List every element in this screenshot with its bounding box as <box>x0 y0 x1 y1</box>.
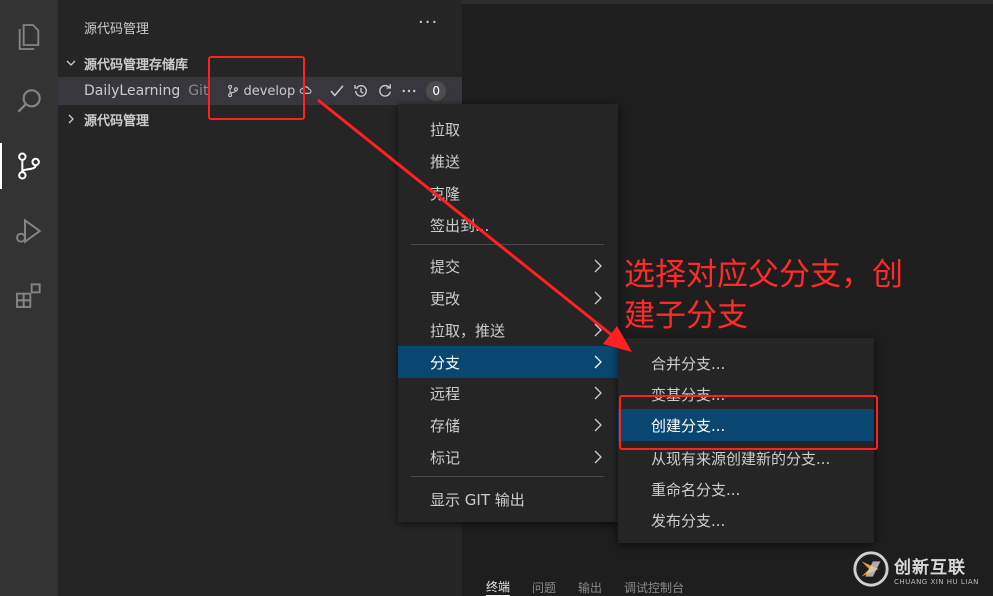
watermark-cn: 创新互联 <box>894 557 966 578</box>
annotation-line-1: 选择对应父分支，创 <box>624 257 903 293</box>
annotation-line-2: 建子分支 <box>624 298 748 334</box>
watermark: 创新互联 CHUANG XIN HU LIAN <box>852 548 993 590</box>
annotation-text: 选择对应父分支，创 建子分支 <box>624 255 903 337</box>
watermark-en: CHUANG XIN HU LIAN <box>894 577 979 586</box>
brand-logo-icon <box>853 551 889 587</box>
